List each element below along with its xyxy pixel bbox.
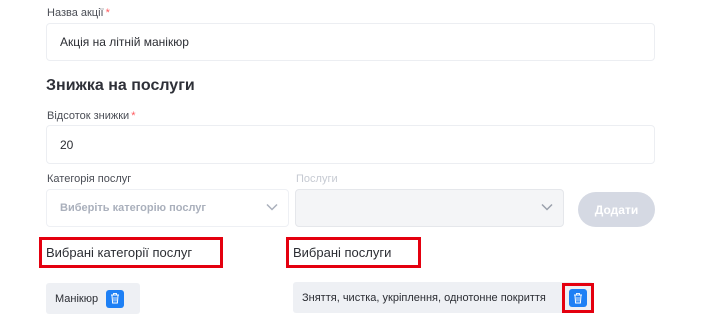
trash-icon — [111, 293, 120, 304]
discount-percent-value: 20 — [60, 137, 74, 152]
trash-icon — [574, 292, 582, 303]
required-mark: * — [105, 7, 110, 19]
delete-service-button[interactable] — [569, 289, 587, 307]
category-select-placeholder: Виберіть категорію послуг — [60, 202, 206, 214]
add-button[interactable]: Додати — [578, 192, 655, 227]
promo-name-value: Акція на літній манікюр — [60, 35, 189, 49]
selected-service-label: Зняття, чистка, укріплення, однотонне по… — [302, 291, 546, 304]
selected-service-chip: Зняття, чистка, укріплення, однотонне по… — [293, 282, 593, 313]
selected-services-title-text: Вибрані послуги — [293, 245, 392, 260]
chevron-down-icon — [541, 203, 553, 211]
services-select-label: Послуги — [296, 173, 338, 185]
selected-category-label: Манікюр — [55, 292, 99, 305]
selected-categories-title: Вибрані категорії послуг — [39, 237, 223, 268]
promo-name-label-text: Назва акції — [47, 7, 104, 19]
required-mark: * — [131, 110, 136, 122]
delete-service-highlight — [562, 283, 594, 313]
promo-name-input[interactable]: Акція на літній манікюр — [46, 23, 655, 61]
selected-services-title: Вибрані послуги — [286, 237, 421, 268]
discount-percent-label: Відсоток знижки * — [47, 110, 135, 122]
selected-category-chip: Манікюр — [46, 283, 140, 314]
promo-name-label: Назва акції * — [47, 7, 110, 19]
selected-categories-title-text: Вибрані категорії послуг — [46, 245, 193, 260]
delete-category-button[interactable] — [106, 289, 125, 308]
services-select[interactable] — [295, 189, 564, 227]
category-select[interactable]: Виберіть категорію послуг — [46, 189, 289, 227]
discount-percent-label-text: Відсоток знижки — [47, 110, 130, 122]
discount-percent-input[interactable]: 20 — [46, 125, 655, 164]
chevron-down-icon — [266, 203, 278, 211]
discount-section-title: Знижка на послуги — [46, 77, 195, 94]
category-select-label: Категорія послуг — [47, 173, 132, 185]
